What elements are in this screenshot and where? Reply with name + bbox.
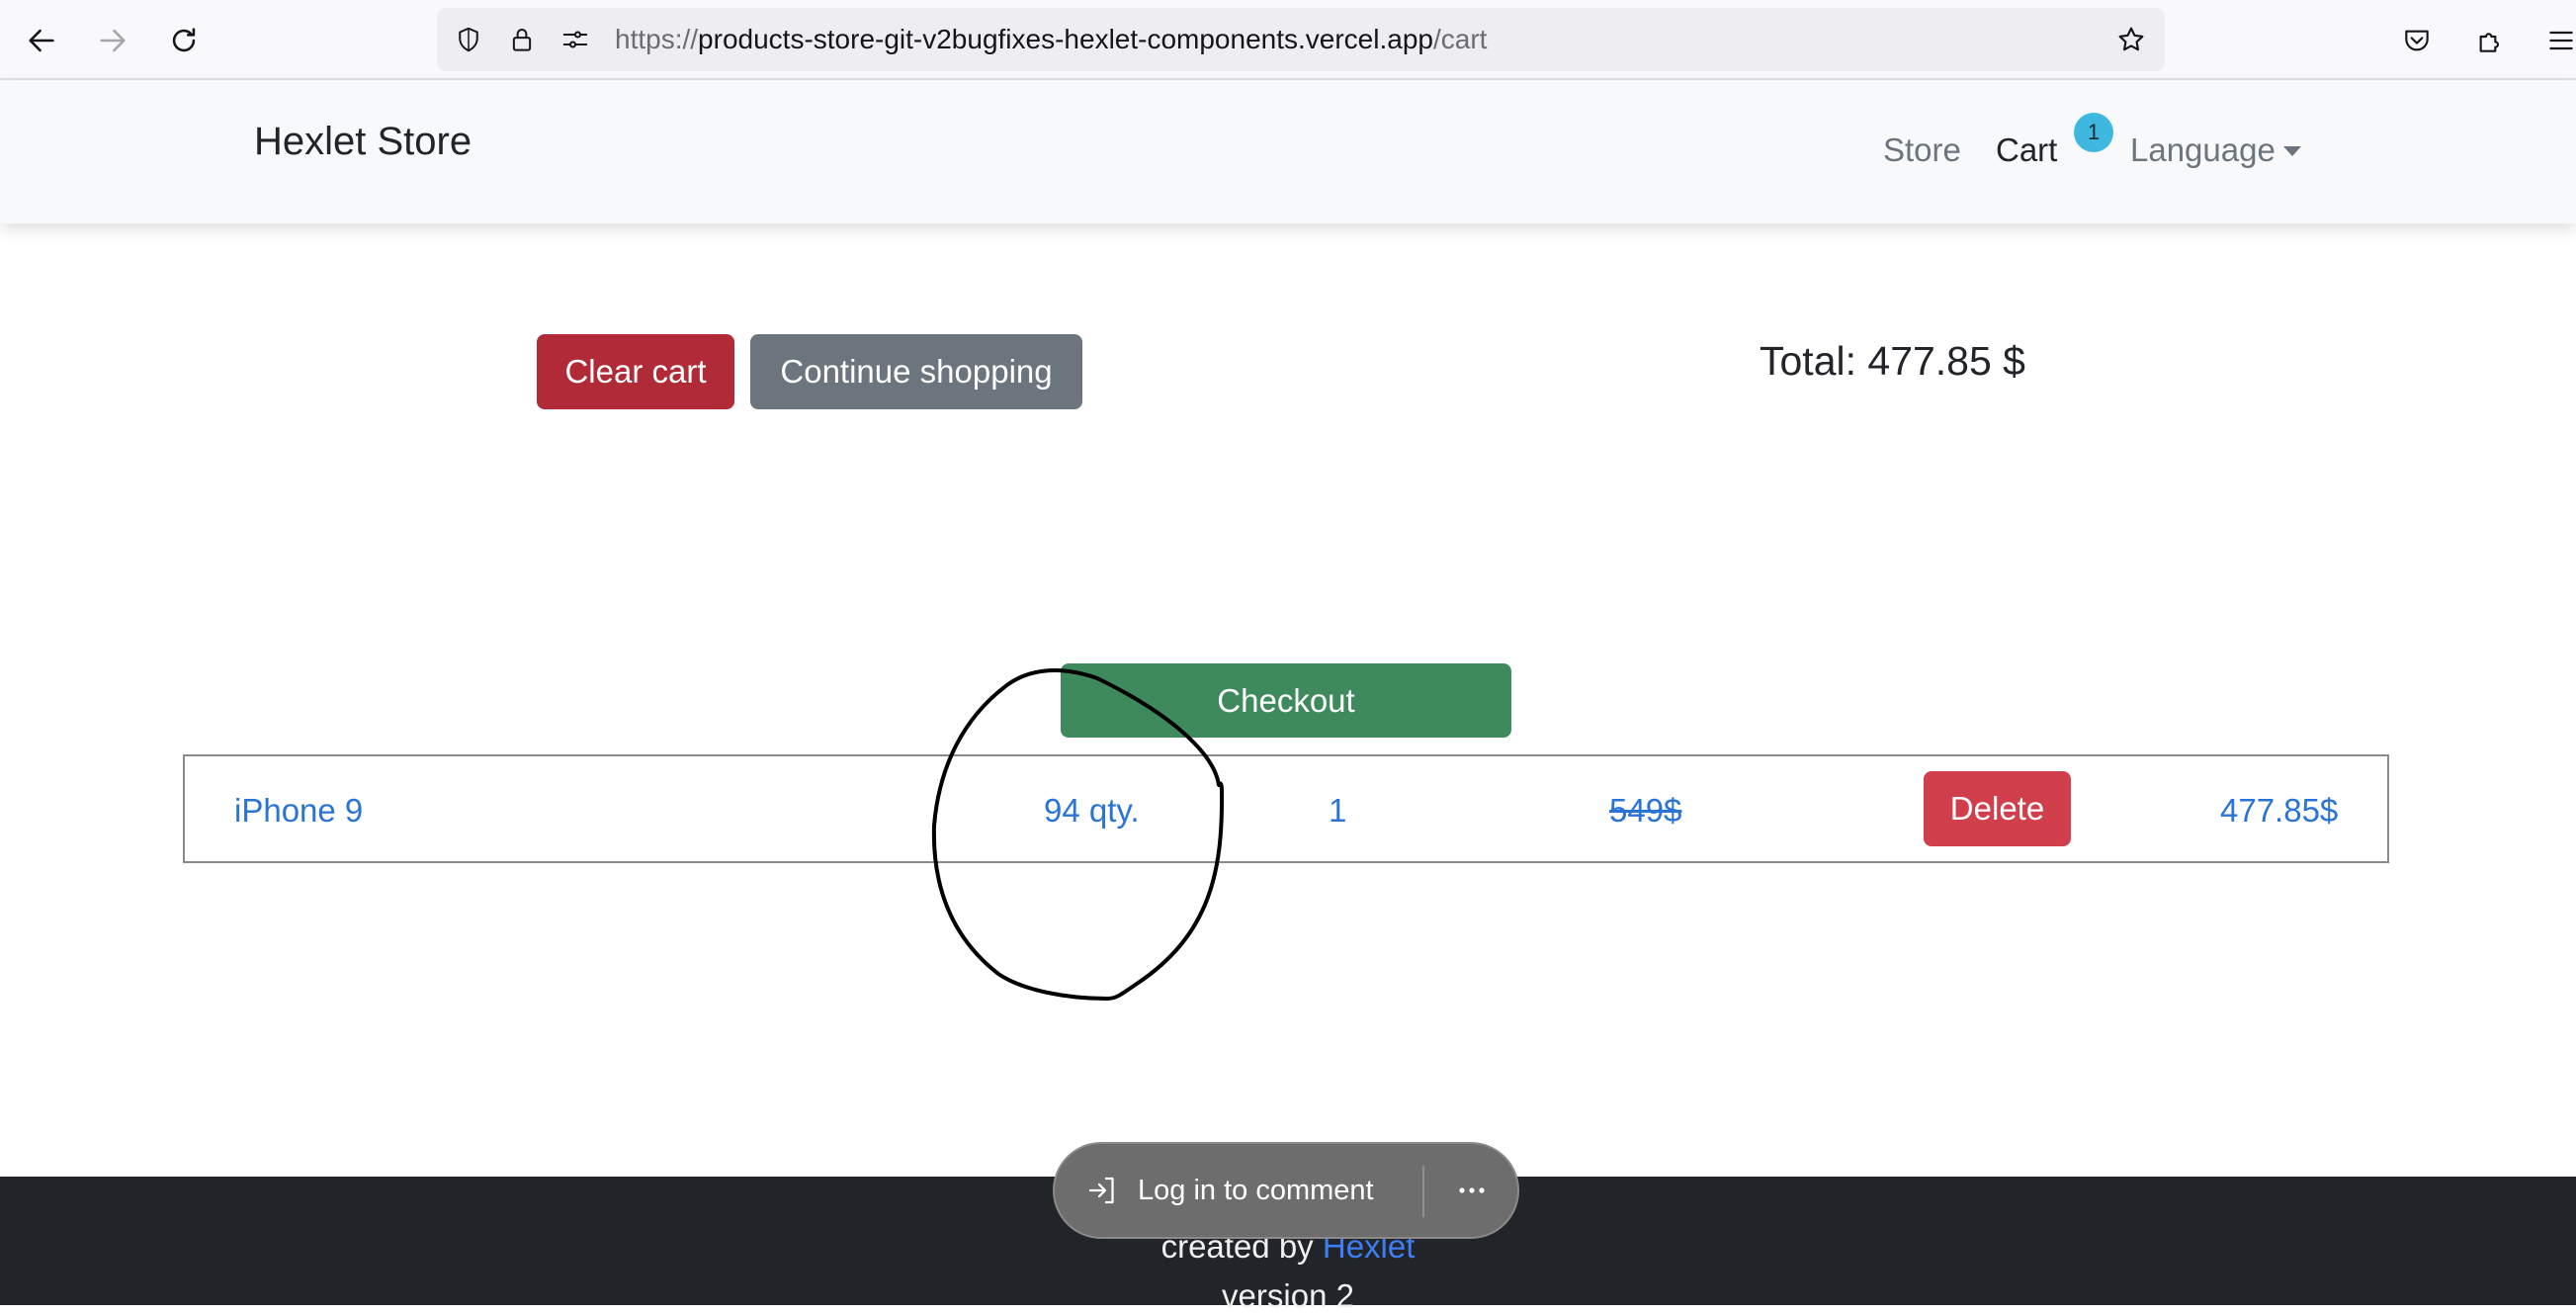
cart-total: Total: 477.85 $ (1760, 338, 2025, 384)
lock-icon[interactable] (504, 22, 540, 57)
more-options-button[interactable] (1440, 1144, 1503, 1237)
login-to-comment-button[interactable]: Log in to comment (1084, 1144, 1374, 1237)
brand-logo[interactable]: Hexlet Store (254, 120, 472, 164)
reload-icon (172, 28, 196, 52)
item-name[interactable]: iPhone 9 (234, 792, 363, 830)
nav-store-link[interactable]: Store (1883, 132, 1961, 169)
comment-toolbar: Log in to comment (1053, 1142, 1519, 1239)
reload-button[interactable] (159, 16, 209, 65)
item-old-price: 549$ (1609, 792, 1682, 829)
item-price: 477.85$ (2220, 792, 2339, 829)
address-bar[interactable]: https://products-store-git-v2bugfixes-he… (437, 8, 2165, 71)
clear-cart-button[interactable]: Clear cart (537, 334, 734, 409)
url-host: products-store-git-v2bugfixes-hexlet-com… (698, 24, 1433, 54)
permissions-icon[interactable] (558, 22, 593, 57)
bookmark-star-icon[interactable] (2113, 22, 2149, 57)
back-button[interactable] (17, 16, 66, 65)
app-navbar: Hexlet Store Store Cart 1 Language (0, 80, 2576, 223)
url-path: /cart (1432, 24, 1488, 54)
url-scheme: https:// (615, 24, 699, 54)
language-label: Language (2130, 132, 2275, 168)
comment-divider (1422, 1166, 1424, 1217)
language-dropdown[interactable]: Language (2130, 132, 2301, 169)
browser-toolbar: https://products-store-git-v2bugfixes-he… (0, 0, 2576, 80)
hand-drawn-circle-annotation (931, 668, 1225, 1001)
delete-item-button[interactable]: Delete (1924, 771, 2071, 846)
back-arrow-icon (29, 29, 54, 52)
login-icon (1088, 1177, 1114, 1204)
login-to-comment-label: Log in to comment (1138, 1174, 1374, 1206)
footer-version: version 2 (1222, 1277, 1354, 1314)
nav-cart-link[interactable]: Cart (1996, 132, 2057, 169)
pocket-icon (2405, 30, 2429, 51)
more-horizontal-icon (1459, 1187, 1485, 1193)
hamburger-menu-icon (2549, 31, 2573, 50)
cart-count-badge: 1 (2074, 113, 2113, 152)
menu-button[interactable] (2536, 16, 2576, 65)
item-quantity: 1 (1329, 792, 1347, 829)
forward-button[interactable] (88, 16, 137, 65)
extensions-button[interactable] (2465, 16, 2515, 65)
pocket-button[interactable] (2392, 16, 2442, 65)
continue-shopping-button[interactable]: Continue shopping (750, 334, 1082, 409)
shield-icon[interactable] (451, 22, 486, 57)
caret-down-icon (2282, 146, 2301, 156)
extensions-icon (2479, 33, 2499, 52)
forward-arrow-icon (100, 29, 126, 52)
url-text[interactable]: https://products-store-git-v2bugfixes-he… (615, 8, 1487, 71)
